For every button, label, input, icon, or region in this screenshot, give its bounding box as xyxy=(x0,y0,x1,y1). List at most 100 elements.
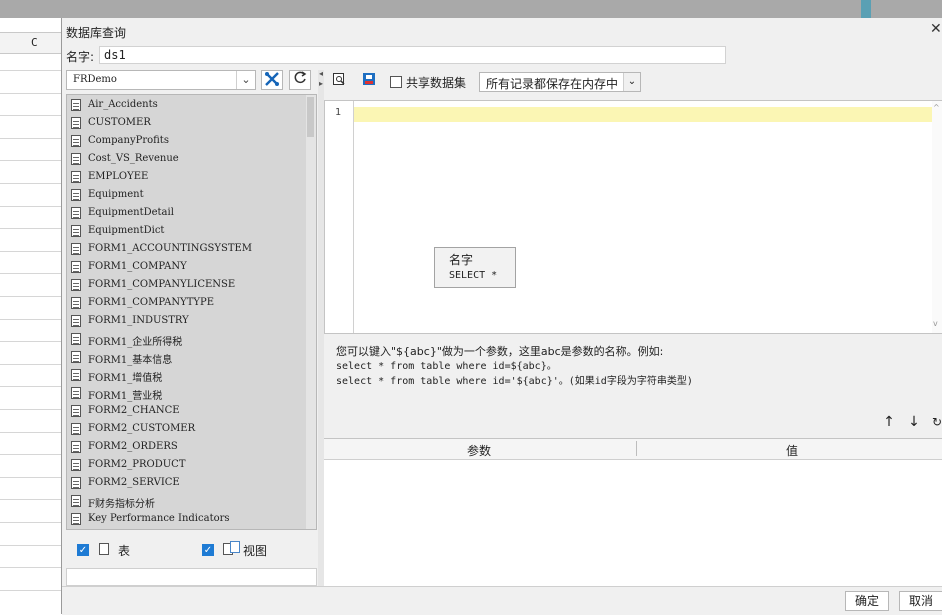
list-item-label: Air_Accidents xyxy=(88,99,158,110)
table-icon xyxy=(71,297,81,309)
list-item[interactable]: FORM1_COMPANYTYPE xyxy=(69,295,305,313)
list-item-label: FORM2_CHANCE xyxy=(88,405,180,416)
move-down-button[interactable]: ↓ xyxy=(906,414,922,430)
ok-button[interactable]: 确定 xyxy=(845,591,889,611)
preview-icon xyxy=(333,73,345,85)
table-icon xyxy=(71,369,81,381)
editor-scrollbar[interactable]: ^ v xyxy=(932,101,942,333)
list-item[interactable]: FORM2_CHANCE xyxy=(69,403,305,421)
view-filter-label: 视图 xyxy=(243,544,268,558)
list-item[interactable]: CUSTOMER xyxy=(69,115,305,133)
list-item[interactable]: FORM2_ORDERS xyxy=(69,439,305,457)
table-icon xyxy=(71,225,81,237)
list-item[interactable]: Air_Accidents xyxy=(69,97,305,115)
sheet-row-line xyxy=(0,409,61,410)
table-icon xyxy=(71,423,81,435)
table-filter-checkbox[interactable]: ✓ xyxy=(77,544,89,556)
list-item[interactable]: EquipmentDetail xyxy=(69,205,305,223)
sql-editor[interactable]: 1 名字 SELECT * ^ v xyxy=(324,100,942,334)
table-icon xyxy=(71,459,81,471)
preview-button[interactable] xyxy=(330,72,348,90)
list-item[interactable]: CompanyProfits xyxy=(69,133,305,151)
scroll-down-icon[interactable]: v xyxy=(933,319,938,328)
save-sql-button[interactable] xyxy=(360,72,378,90)
view-filter-checkbox[interactable]: ✓ xyxy=(202,544,214,556)
table-icon xyxy=(71,405,81,417)
chevron-down-icon[interactable]: ⌄ xyxy=(236,71,255,89)
sheet-row-line xyxy=(0,589,61,591)
list-item[interactable]: F财务指标分析 xyxy=(69,493,305,511)
refresh-params-button[interactable]: ↻ xyxy=(929,414,942,430)
column-header-c[interactable]: C xyxy=(0,32,61,54)
table-icon xyxy=(71,117,81,129)
column-separator[interactable] xyxy=(636,441,637,456)
share-dataset-checkbox[interactable] xyxy=(390,76,402,88)
table-icon xyxy=(71,495,81,507)
parameter-table-header: 参数 值 xyxy=(324,439,942,460)
right-panel: 共享数据集 所有记录都保存在内存中 ⌄ 1 名字 SELECT * ^ v 您可… xyxy=(324,70,942,586)
sheet-row-line xyxy=(0,522,61,523)
table-icon xyxy=(71,261,81,273)
autocomplete-item[interactable]: SELECT * xyxy=(449,270,497,281)
list-item[interactable]: EquipmentDict xyxy=(69,223,305,241)
move-up-button[interactable]: ↑ xyxy=(881,414,897,430)
parameter-table[interactable]: 参数 值 xyxy=(324,438,942,586)
refresh-button[interactable] xyxy=(289,70,311,90)
list-item-label: CUSTOMER xyxy=(88,117,151,128)
sheet-row-line xyxy=(0,205,61,207)
param-column-header[interactable]: 参数 xyxy=(467,442,491,459)
table-search-field[interactable] xyxy=(66,568,317,586)
list-item[interactable]: EMPLOYEE xyxy=(69,169,305,187)
list-item[interactable]: FORM1_营业税 xyxy=(69,385,305,403)
list-item[interactable]: FORM1_COMPANYLICENSE xyxy=(69,277,305,295)
table-icon xyxy=(71,153,81,165)
expand-right-icon[interactable]: ▸ xyxy=(319,80,323,88)
parameter-help-text: 您可以键入"${abc}"做为一个参数，这里abc是参数的名称。例如: sele… xyxy=(336,344,693,389)
list-item-label: FORM2_SERVICE xyxy=(88,477,180,488)
list-item[interactable]: FORM1_基本信息 xyxy=(69,349,305,367)
sheet-row-line xyxy=(0,160,61,162)
sheet-row-line xyxy=(0,92,61,94)
sheet-row-line xyxy=(0,183,61,184)
list-item[interactable]: Key Performance Indicators xyxy=(69,511,305,529)
table-icon xyxy=(71,243,81,255)
table-list-scrollbar[interactable] xyxy=(306,95,316,529)
scroll-up-icon[interactable]: ^ xyxy=(933,103,940,112)
datasource-select[interactable]: FRDemo ⌄ xyxy=(66,70,256,90)
table-icon xyxy=(71,135,81,147)
list-item[interactable]: FORM1_COMPANY xyxy=(69,259,305,277)
connection-settings-button[interactable] xyxy=(261,70,283,90)
dataset-name-input[interactable]: ds1 xyxy=(99,46,726,64)
value-column-header[interactable]: 值 xyxy=(786,442,798,459)
sheet-row-line xyxy=(0,431,61,433)
list-item-label: FORM1_COMPANYLICENSE xyxy=(88,279,236,290)
list-item-label: Key Performance Indicators xyxy=(88,513,230,524)
sheet-row-line xyxy=(0,273,61,275)
close-icon[interactable]: ✕ xyxy=(930,21,942,37)
list-item[interactable]: Equipment xyxy=(69,187,305,205)
list-item[interactable]: FORM1_ACCOUNTINGSYSTEM xyxy=(69,241,305,259)
list-item[interactable]: FORM1_增值税 xyxy=(69,367,305,385)
list-item-label: Equipment xyxy=(88,189,144,200)
list-item[interactable]: FORM2_CUSTOMER xyxy=(69,421,305,439)
name-label: 名字: xyxy=(66,50,95,64)
scrollbar-thumb[interactable] xyxy=(307,97,314,137)
table-icon xyxy=(71,99,81,111)
table-icon xyxy=(71,279,81,291)
memory-mode-select[interactable]: 所有记录都保存在内存中 ⌄ xyxy=(479,72,641,92)
list-item[interactable]: FORM1_INDUSTRY xyxy=(69,313,305,331)
sheet-row-line xyxy=(0,228,61,230)
share-dataset-label: 共享数据集 xyxy=(406,76,467,90)
list-item[interactable]: FORM2_SERVICE xyxy=(69,475,305,493)
line-number-gutter: 1 xyxy=(325,101,354,333)
table-icon xyxy=(71,441,81,453)
cancel-button[interactable]: 取消 xyxy=(899,591,942,611)
column-header-label: C xyxy=(31,36,38,49)
autocomplete-popup[interactable]: 名字 SELECT * xyxy=(434,247,516,288)
list-item[interactable]: Cost_VS_Revenue xyxy=(69,151,305,169)
list-item[interactable]: FORM1_企业所得税 xyxy=(69,331,305,349)
chevron-down-icon[interactable]: ⌄ xyxy=(623,73,640,91)
list-item[interactable]: FORM2_PRODUCT xyxy=(69,457,305,475)
table-list[interactable]: Air_Accidents CUSTOMER CompanyProfits Cost_… xyxy=(66,94,317,530)
collapse-left-icon[interactable]: ◂ xyxy=(319,70,323,78)
